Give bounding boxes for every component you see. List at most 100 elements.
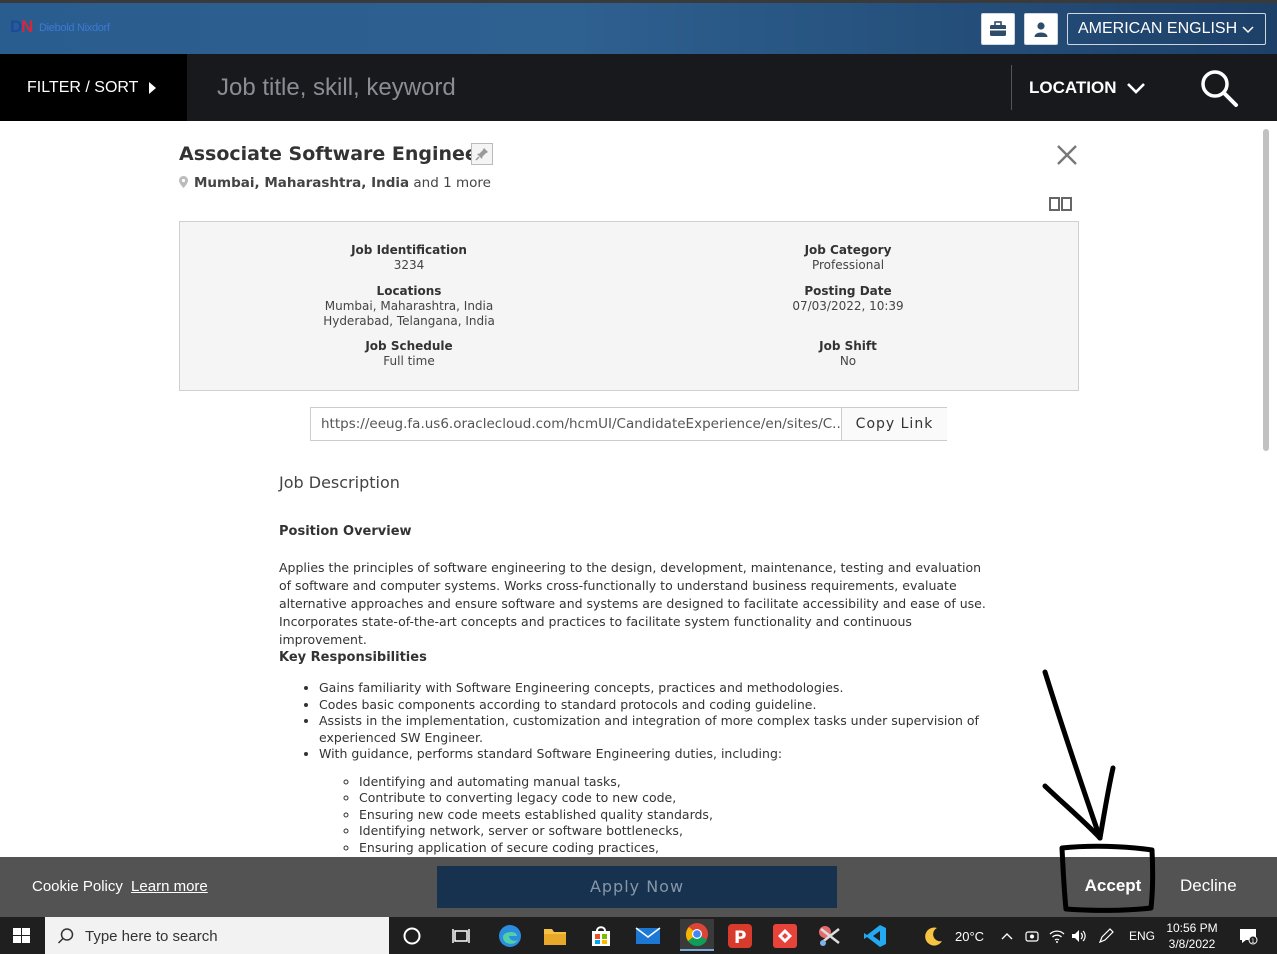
filter-sort-button[interactable]: FILTER / SORT	[0, 54, 187, 121]
keyword-search-input[interactable]	[217, 72, 997, 104]
windows-taskbar: Type here to search P 20°C ENG 10:56 PM …	[0, 917, 1277, 954]
snipping-tool-icon[interactable]	[816, 922, 844, 950]
meet-now-icon[interactable]	[1021, 922, 1043, 950]
briefcase-icon	[990, 21, 1006, 36]
close-button[interactable]	[1056, 144, 1078, 170]
detail-value: 3234	[393, 258, 425, 272]
duties-sublist: Identifying and automating manual tasks,…	[359, 774, 999, 856]
list-item: Codes basic components according to stan…	[319, 697, 999, 714]
location-label: LOCATION	[1029, 78, 1117, 97]
job-location: Mumbai, Maharashtra, India and 1 more	[179, 175, 491, 191]
system-clock[interactable]: 10:56 PM 3/8/2022	[1160, 920, 1224, 952]
job-identification: Job Identification 3234	[259, 243, 559, 273]
publisher-p-icon[interactable]: P	[726, 922, 754, 950]
primary-location: Mumbai, Maharashtra, India	[194, 175, 410, 191]
copy-link-button[interactable]: Copy Link	[841, 408, 947, 440]
job-schedule: Job Schedule Full time	[259, 339, 559, 369]
logo-mark: DN	[10, 17, 34, 36]
search-button[interactable]	[1199, 68, 1239, 112]
task-view-icon[interactable]	[447, 922, 475, 950]
company-logo[interactable]: DN Diebold Nixdorf	[10, 17, 110, 36]
key-responsibilities-heading: Key Responsibilities	[279, 650, 427, 665]
detail-value: Full time	[383, 354, 435, 368]
share-link-box: Copy Link	[310, 407, 947, 441]
more-locations-link[interactable]: and 1 more	[413, 175, 491, 191]
windows-logo-icon	[13, 928, 30, 943]
detail-value: 07/03/2022, 10:39	[792, 299, 904, 313]
decline-cookies-button[interactable]: Decline	[1180, 867, 1250, 905]
mail-icon[interactable]	[634, 922, 662, 950]
responsibilities-list: Gains familiarity with Software Engineer…	[319, 680, 999, 763]
search-icon	[57, 928, 74, 944]
chrome-icon[interactable]	[680, 919, 714, 951]
apply-now-button[interactable]: Apply Now	[437, 866, 837, 908]
accept-cookies-button[interactable]: Accept	[1067, 867, 1159, 905]
cortana-icon[interactable]	[398, 922, 426, 950]
detail-label: Job Schedule	[365, 339, 453, 353]
wifi-icon[interactable]	[1046, 922, 1068, 950]
chevron-down-icon	[1241, 14, 1255, 55]
list-item: Ensuring application of secure coding pr…	[359, 840, 999, 856]
list-item: Gains familiarity with Software Engineer…	[319, 680, 999, 697]
job-title: Associate Software Engineer	[179, 143, 488, 165]
job-shift: Job Shift No	[698, 339, 998, 369]
position-overview-heading: Position Overview	[279, 524, 412, 539]
cookie-policy-text: Cookie Policy Learn more	[32, 878, 208, 895]
briefcase-button[interactable]	[981, 13, 1015, 45]
location-pin-icon	[179, 176, 188, 188]
svg-text:P: P	[734, 928, 746, 948]
profile-button[interactable]	[1024, 13, 1058, 45]
job-details-box: Job Identification 3234 Job Category Pro…	[179, 221, 1079, 391]
vscode-icon[interactable]	[861, 922, 889, 950]
detail-label: Job Identification	[351, 243, 467, 257]
job-locations: Locations Mumbai, Maharashtra, India Hyd…	[259, 284, 559, 329]
pen-icon[interactable]	[1095, 922, 1117, 950]
edge-browser-icon[interactable]	[496, 922, 524, 950]
caret-right-icon	[149, 82, 156, 94]
detail-label: Locations	[376, 284, 442, 298]
list-item: Identifying network, server or software …	[359, 823, 999, 839]
learn-more-link[interactable]: Learn more	[131, 878, 208, 895]
input-language[interactable]: ENG	[1129, 929, 1155, 943]
detail-value: Mumbai, Maharashtra, India	[324, 299, 494, 313]
notification-count: 1	[1251, 938, 1255, 945]
cookie-policy-label: Cookie Policy	[32, 878, 123, 895]
language-label: AMERICAN ENGLISH	[1078, 20, 1238, 37]
clock-date: 3/8/2022	[1168, 937, 1216, 951]
brand-header: DN Diebold Nixdorf AMERICAN ENGLISH	[0, 0, 1277, 54]
list-item: Ensuring new code meets established qual…	[359, 807, 999, 823]
chevron-up-icon[interactable]	[996, 922, 1018, 950]
position-overview-text: Applies the principles of software engin…	[279, 560, 986, 647]
share-link-field[interactable]	[311, 408, 841, 440]
list-item: Contribute to converting legacy code to …	[359, 790, 999, 806]
detail-label: Posting Date	[804, 284, 892, 298]
file-explorer-icon[interactable]	[541, 922, 569, 950]
user-icon	[1034, 22, 1048, 37]
divider	[1011, 65, 1012, 110]
taskbar-search-box[interactable]: Type here to search	[45, 917, 389, 954]
start-button[interactable]	[0, 917, 44, 954]
anydesk-icon[interactable]	[771, 922, 799, 950]
notifications-icon[interactable]: 1	[1233, 922, 1263, 950]
taskbar-search-placeholder: Type here to search	[85, 928, 218, 945]
volume-icon[interactable]	[1068, 922, 1090, 950]
weather-moon-icon	[920, 922, 948, 950]
scrollbar[interactable]	[1263, 129, 1269, 451]
pin-job-button[interactable]	[471, 143, 493, 165]
filter-sort-label: FILTER / SORT	[27, 79, 139, 96]
compare-button[interactable]	[1049, 196, 1072, 215]
search-icon	[1201, 70, 1238, 107]
language-selector[interactable]: AMERICAN ENGLISH	[1067, 13, 1266, 45]
location-dropdown[interactable]: LOCATION	[1029, 54, 1145, 121]
temperature[interactable]: 20°C	[955, 929, 984, 944]
pin-icon	[475, 148, 488, 161]
detail-label: Job Shift	[819, 339, 877, 353]
detail-value: Hyderabad, Telangana, India	[323, 314, 495, 328]
job-category: Job Category Professional	[698, 243, 998, 273]
close-icon	[1057, 145, 1077, 165]
search-bar: FILTER / SORT LOCATION	[0, 54, 1277, 121]
detail-label: Job Category	[804, 243, 892, 257]
chevron-down-icon	[1127, 83, 1145, 94]
store-icon[interactable]	[587, 922, 615, 950]
detail-value: Professional	[811, 258, 885, 272]
